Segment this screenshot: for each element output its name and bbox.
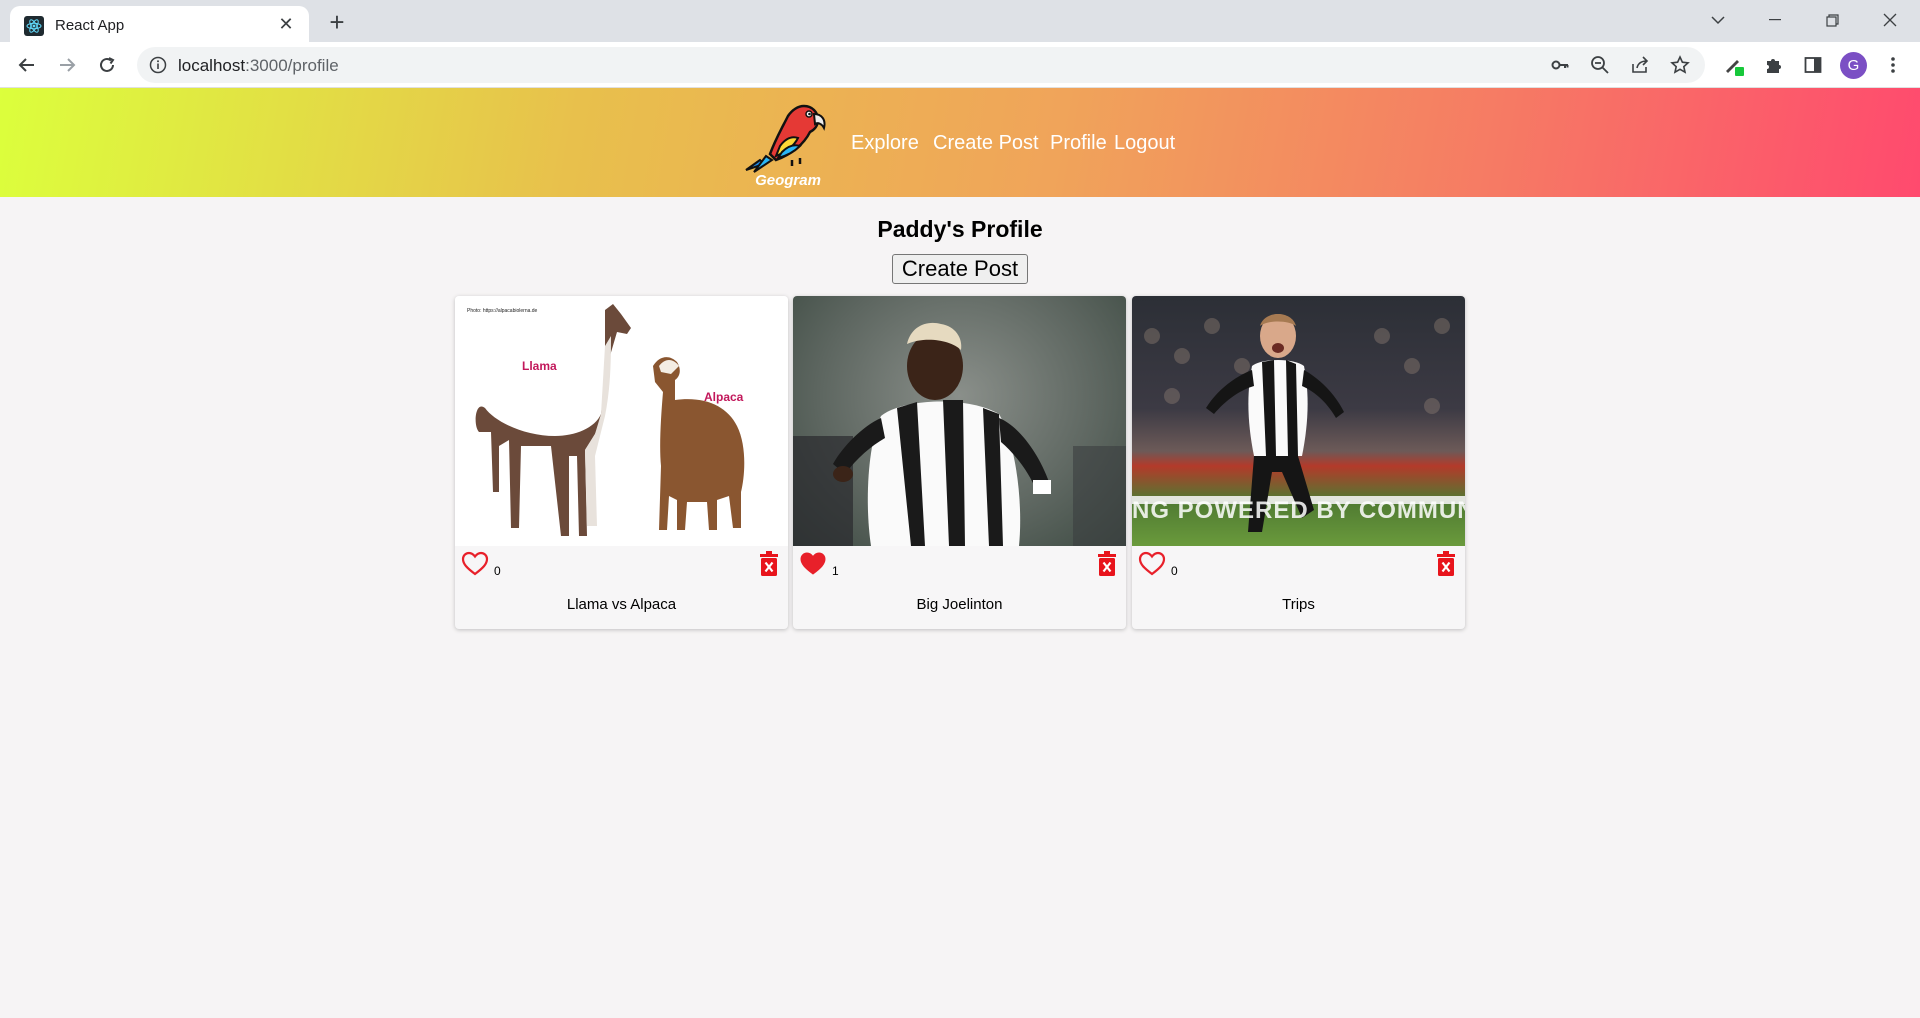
reload-icon[interactable] (92, 50, 122, 80)
share-icon[interactable] (1630, 55, 1650, 80)
post-card: 1 Big Joelinton (793, 296, 1126, 629)
nav-logout[interactable]: Logout (1114, 132, 1175, 155)
heart-outline-icon[interactable] (461, 550, 489, 578)
browser-toolbar: localhost:3000/profile (0, 42, 1920, 88)
nav-create-post[interactable]: Create Post (933, 132, 1039, 155)
tab-search-icon[interactable] (1690, 0, 1746, 40)
post-caption: Trips (1282, 596, 1315, 613)
heart-filled-icon[interactable] (799, 550, 827, 578)
llama-label: Llama (522, 359, 557, 373)
nav-explore[interactable]: Explore (851, 132, 919, 155)
extension-pen-icon[interactable] (1719, 50, 1749, 80)
key-icon[interactable] (1550, 55, 1570, 80)
nav-profile[interactable]: Profile (1050, 132, 1107, 155)
trash-icon[interactable] (758, 551, 780, 577)
like-count: 1 (832, 564, 839, 578)
stadium-banner: NG POWERED BY COMMUNITY (1132, 497, 1465, 524)
page-title: Paddy's Profile (877, 216, 1043, 242)
menu-kebab-icon[interactable] (1878, 50, 1908, 80)
url-host: localhost (178, 56, 246, 75)
heart-outline-icon[interactable] (1138, 550, 1166, 578)
browser-tabstrip: React App ✕ + (0, 0, 1920, 42)
url-text[interactable]: localhost:3000/profile (178, 56, 339, 76)
post-image[interactable]: Photo: https://alpacabiolerna.de Llama A… (455, 296, 788, 546)
post-caption: Llama vs Alpaca (566, 596, 677, 613)
close-tab-icon[interactable]: ✕ (275, 13, 297, 35)
post-image[interactable] (793, 296, 1126, 546)
post-card: NG POWERED BY COMMUNITY 0 Trips (1132, 296, 1465, 629)
alpaca-label: Alpaca (704, 390, 744, 404)
post-card: Photo: https://alpacabiolerna.de Llama A… (455, 296, 788, 629)
logo-text: Geogram (755, 172, 821, 189)
back-icon[interactable] (12, 50, 42, 80)
react-favicon-icon (24, 16, 44, 36)
close-window-icon[interactable] (1862, 0, 1918, 40)
post-image[interactable]: NG POWERED BY COMMUNITY (1132, 296, 1465, 546)
like-count: 0 (1171, 564, 1178, 578)
minimize-icon[interactable] (1747, 0, 1803, 40)
address-bar[interactable]: localhost:3000/profile (137, 47, 1705, 83)
logo[interactable]: Geogram (740, 94, 836, 194)
zoom-out-icon[interactable] (1590, 55, 1610, 80)
trash-icon[interactable] (1435, 551, 1457, 577)
bookmark-star-icon[interactable] (1670, 55, 1690, 80)
restore-icon[interactable] (1804, 0, 1860, 40)
like-count: 0 (494, 564, 501, 578)
browser-tab[interactable]: React App ✕ (10, 6, 309, 42)
trash-icon[interactable] (1096, 551, 1118, 577)
parrot-icon (745, 104, 826, 173)
create-post-button[interactable]: Create Post (892, 254, 1028, 284)
info-icon[interactable] (149, 56, 167, 74)
app-header: Geogram Explore Create Post Profile Logo… (0, 88, 1920, 197)
extensions-puzzle-icon[interactable] (1759, 50, 1789, 80)
forward-icon[interactable] (52, 50, 82, 80)
side-panel-icon[interactable] (1798, 50, 1828, 80)
post-caption: Big Joelinton (916, 596, 1003, 613)
url-path: :3000/profile (245, 56, 339, 75)
tab-title: React App (55, 17, 125, 34)
new-tab-icon[interactable]: + (323, 7, 351, 37)
profile-avatar[interactable]: G (1840, 52, 1867, 79)
